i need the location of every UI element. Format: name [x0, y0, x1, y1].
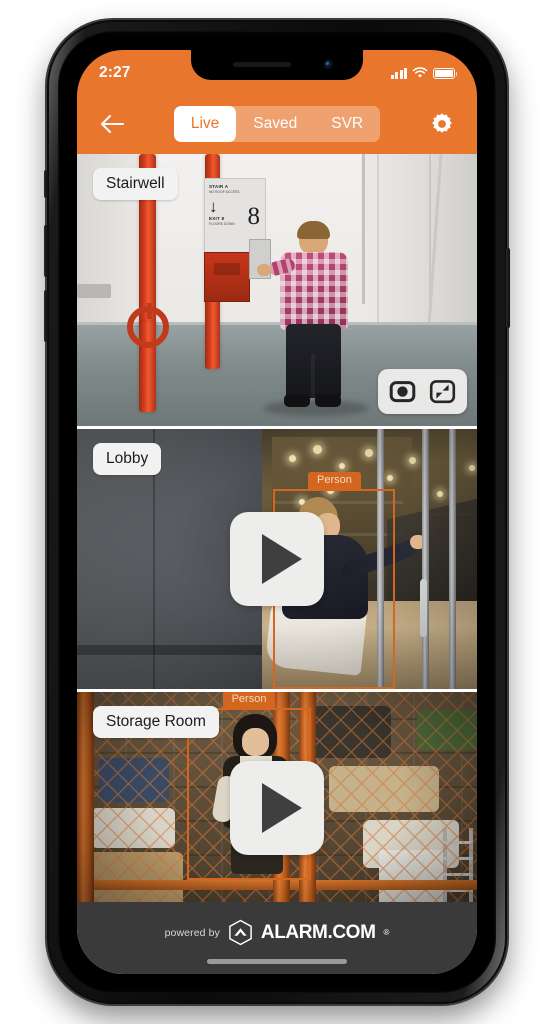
sign-floor-number: 8	[247, 203, 261, 230]
play-icon[interactable]	[230, 512, 324, 606]
phone-screen: 2:27 Live Saved SVR STAIR A NO ROOF ACCE…	[77, 50, 477, 974]
registered-mark: ®	[383, 928, 390, 937]
detection-label: Person	[222, 692, 276, 708]
camera-name-label: Lobby	[93, 443, 162, 475]
app-navigation-bar: Live Saved SVR	[77, 94, 477, 154]
app-footer: powered by ALARM.COM ®	[77, 902, 477, 974]
phone-notch	[191, 50, 363, 80]
phone-bezel: 2:27 Live Saved SVR STAIR A NO ROOF ACCE…	[58, 31, 496, 993]
tab-saved[interactable]: Saved	[236, 106, 314, 142]
tab-live[interactable]: Live	[173, 106, 237, 142]
status-bar-clock: 2:27	[99, 64, 131, 81]
tab-svr[interactable]: SVR	[314, 106, 380, 142]
camera-tile-lobby[interactable]: Person Lobby	[77, 426, 477, 689]
camera-tile-storage-room[interactable]: Person Storage Room	[77, 689, 477, 924]
volume-down-button[interactable]	[44, 290, 48, 342]
collapse-icon[interactable]	[427, 376, 458, 407]
sign-line-1: STAIR A	[209, 184, 229, 189]
home-indicator[interactable]	[207, 959, 347, 964]
gear-icon[interactable]	[425, 107, 459, 141]
brand-name: ALARM.COM	[260, 921, 376, 943]
back-arrow-icon[interactable]	[95, 107, 129, 141]
play-icon[interactable]	[230, 761, 324, 855]
alarm-hexagon-logo-icon	[229, 919, 252, 946]
detection-label: Person	[308, 472, 361, 489]
mute-switch[interactable]	[44, 170, 48, 198]
snapshot-icon[interactable]	[387, 376, 418, 407]
camera-tile-stairwell[interactable]: STAIR A NO ROOF ACCESS ↓ EXIT 8 FLOORS D…	[77, 154, 477, 426]
powered-by-text: powered by	[164, 926, 220, 939]
phone-device-frame: 2:27 Live Saved SVR STAIR A NO ROOF ACCE…	[44, 20, 510, 1004]
brand-lockup: powered by ALARM.COM ®	[164, 919, 390, 946]
front-camera-icon	[324, 60, 333, 69]
camera-list[interactable]: STAIR A NO ROOF ACCESS ↓ EXIT 8 FLOORS D…	[77, 154, 477, 974]
status-bar-indicators	[391, 67, 458, 79]
earpiece-speaker	[233, 62, 291, 67]
cellular-signal-icon	[391, 67, 407, 79]
view-mode-segmented-control[interactable]: Live Saved SVR	[173, 106, 381, 142]
camera-name-label: Stairwell	[93, 168, 178, 200]
volume-up-button[interactable]	[44, 225, 48, 277]
power-button[interactable]	[506, 248, 510, 328]
camera-controls-stairwell[interactable]	[378, 369, 467, 414]
camera-name-label: Storage Room	[93, 706, 219, 738]
screenshot-stage: 2:27 Live Saved SVR STAIR A NO ROOF ACCE…	[0, 0, 554, 1024]
battery-full-icon	[433, 67, 458, 79]
wifi-icon	[412, 67, 428, 78]
sign-line-2: NO ROOF ACCESS	[209, 190, 240, 194]
